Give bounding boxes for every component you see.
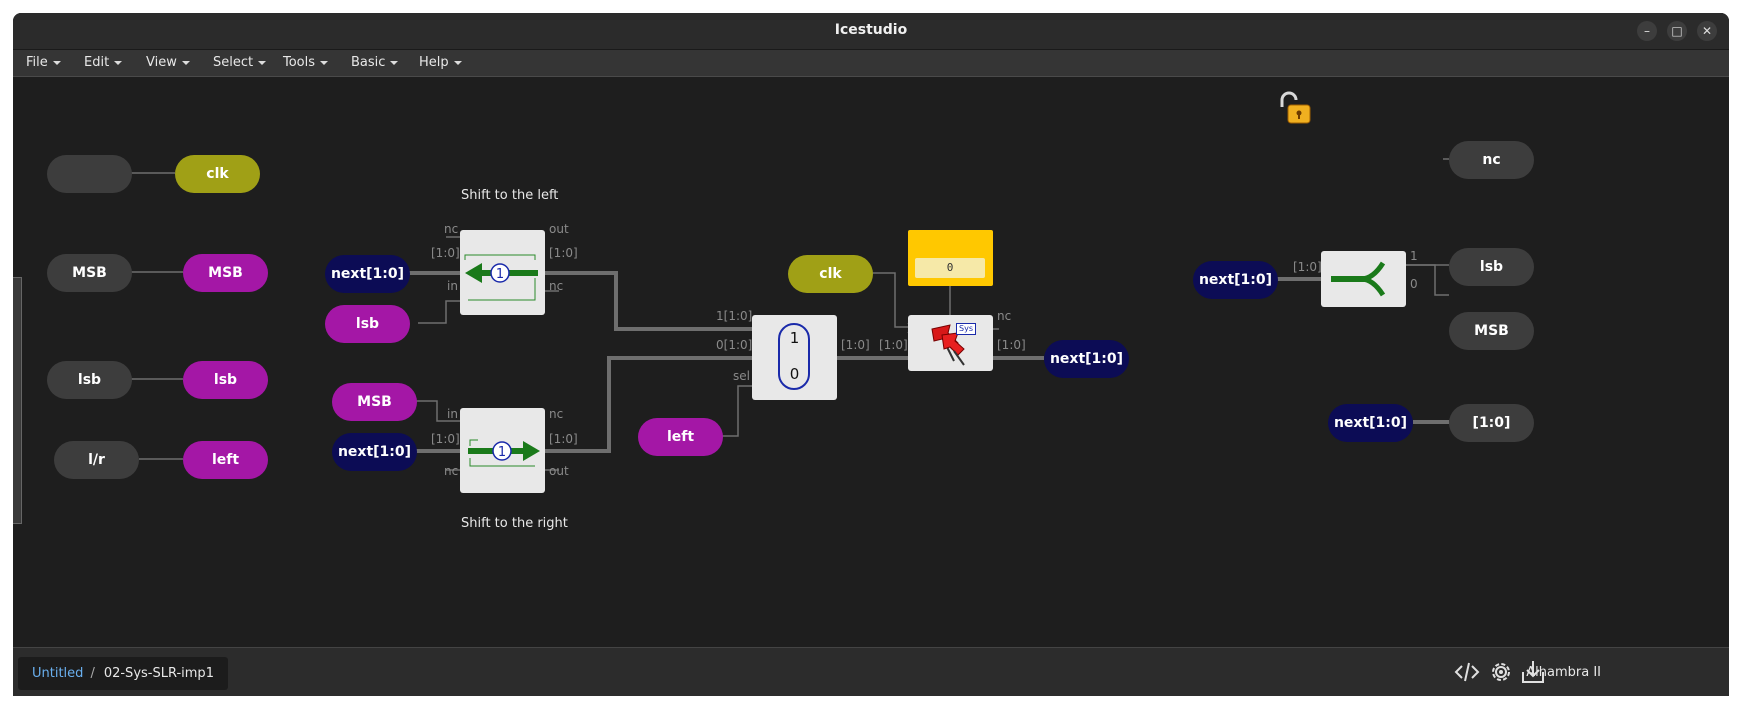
window-title: Icestudio (834, 22, 908, 38)
port-shift-left-out: out (549, 222, 569, 236)
menu-bar: File Edit View Select Tools Basic Help (13, 50, 1729, 77)
chevron-down-icon (52, 60, 61, 65)
padlock-unlocked-icon[interactable] (1276, 91, 1312, 127)
label-next-output[interactable]: next[1:0] (1044, 340, 1129, 378)
label-next-shift-right[interactable]: next[1:0] (332, 433, 417, 471)
maximize-button[interactable]: □ (1667, 21, 1687, 41)
title-bar: Icestudio – □ ✕ (13, 13, 1729, 50)
shift-left-constant: 1 (496, 267, 504, 282)
port-split-in: [1:0] (1293, 260, 1322, 274)
label-next-passthrough[interactable]: next[1:0] (1328, 404, 1413, 442)
menu-view[interactable]: View (146, 55, 190, 70)
shift-right-constant: 1 (498, 445, 506, 460)
port-mux-sel: sel (733, 369, 750, 383)
shift-right-block[interactable]: 1 (460, 408, 545, 493)
shift-left-block[interactable]: 1 (460, 230, 545, 315)
port-shift-right-nc-out: nc (549, 407, 564, 421)
gear-icon[interactable] (1487, 658, 1515, 686)
sys-badge: Sys (956, 323, 976, 335)
port-shift-left-nc: nc (444, 222, 459, 236)
mux-value-top: 1 (789, 329, 800, 347)
chevron-down-icon (181, 60, 190, 65)
port-shift-left-bus-in: [1:0] (431, 246, 460, 260)
label-left-mux[interactable]: left (638, 418, 723, 456)
label-clk[interactable]: clk (175, 155, 260, 193)
label-lsb[interactable]: lsb (183, 361, 268, 399)
port-register-out: [1:0] (997, 338, 1026, 352)
label-left[interactable]: left (183, 441, 268, 479)
output-port-lsb[interactable]: lsb (1449, 248, 1534, 286)
breadcrumb-separator: / (90, 666, 95, 681)
label-msb[interactable]: MSB (183, 254, 268, 292)
port-register-in: [1:0] (879, 338, 908, 352)
shift-right-arrow-icon: 1 (468, 439, 540, 467)
chevron-down-icon (320, 60, 329, 65)
output-port-nc[interactable]: nc (1449, 141, 1534, 179)
label-next-shift-left[interactable]: next[1:0] (325, 255, 410, 293)
port-shift-left-bus-out: [1:0] (549, 246, 578, 260)
breadcrumb-root[interactable]: Untitled (32, 666, 83, 681)
port-shift-right-out: out (549, 464, 569, 478)
port-mux-in1: 1[1:0] (716, 309, 753, 323)
status-bar: Untitled / 02-Sys-SLR-imp1 Alhambra II (13, 647, 1729, 696)
shift-left-arrow-icon: 1 (464, 254, 538, 301)
pushpin-icon (931, 324, 965, 366)
upload-to-board-icon[interactable] (1519, 658, 1547, 686)
menu-edit[interactable]: Edit (84, 55, 123, 70)
label-next-split[interactable]: next[1:0] (1193, 261, 1278, 299)
system-register-block[interactable]: Sys (908, 315, 993, 371)
mux-value-bottom: 0 (789, 365, 800, 383)
menu-help[interactable]: Help (419, 55, 462, 70)
comment-shift-right: Shift to the right (461, 516, 568, 531)
comment-shift-left: Shift to the left (461, 188, 559, 203)
chevron-down-icon (453, 60, 462, 65)
chevron-down-icon (258, 60, 267, 65)
chevron-down-icon (390, 60, 399, 65)
menu-file[interactable]: File (26, 55, 61, 70)
label-msb-shift-right[interactable]: MSB (332, 383, 417, 421)
port-split-out1: 1 (1410, 249, 1418, 263)
port-shift-right-in: in (447, 407, 458, 421)
port-mux-out: [1:0] (841, 338, 870, 352)
output-port-msb[interactable]: MSB (1449, 312, 1534, 350)
split-icon (1331, 261, 1386, 297)
port-shift-left-in: in (447, 279, 458, 293)
input-port-msb[interactable]: MSB (47, 254, 132, 292)
constant-block[interactable]: 0 (908, 230, 993, 286)
menu-select[interactable]: Select (213, 55, 267, 70)
code-icon[interactable] (1453, 658, 1481, 686)
close-button[interactable]: ✕ (1697, 21, 1717, 41)
design-canvas[interactable]: Shift to the left Shift to the right clk… (13, 77, 1729, 647)
port-shift-left-nc-out: nc (549, 279, 564, 293)
breadcrumb: Untitled / 02-Sys-SLR-imp1 (18, 657, 228, 690)
input-port-clk[interactable] (47, 155, 132, 193)
menu-basic[interactable]: Basic (351, 55, 399, 70)
input-port-lr[interactable]: l/r (54, 441, 139, 479)
breadcrumb-current: 02-Sys-SLR-imp1 (103, 666, 214, 681)
port-mux-in0: 0[1:0] (716, 338, 753, 352)
menu-tools[interactable]: Tools (283, 55, 329, 70)
label-lsb-shift-left[interactable]: lsb (325, 305, 410, 343)
port-split-out0: 0 (1410, 277, 1418, 291)
label-clk-register[interactable]: clk (788, 255, 873, 293)
split-block[interactable] (1321, 251, 1406, 307)
output-port-bus[interactable]: [1:0] (1449, 404, 1534, 442)
minimize-button[interactable]: – (1637, 21, 1657, 41)
mux-block[interactable]: 1 0 (752, 315, 837, 400)
constant-value-field[interactable]: 0 (915, 258, 985, 278)
port-register-nc: nc (997, 309, 1012, 323)
port-shift-right-bus-out: [1:0] (549, 432, 578, 446)
input-port-lsb[interactable]: lsb (47, 361, 132, 399)
app-window: Icestudio – □ ✕ File Edit View Select To… (13, 13, 1729, 696)
port-shift-right-nc: nc (444, 464, 459, 478)
port-shift-right-bus-in: [1:0] (431, 432, 460, 446)
chevron-down-icon (114, 60, 123, 65)
